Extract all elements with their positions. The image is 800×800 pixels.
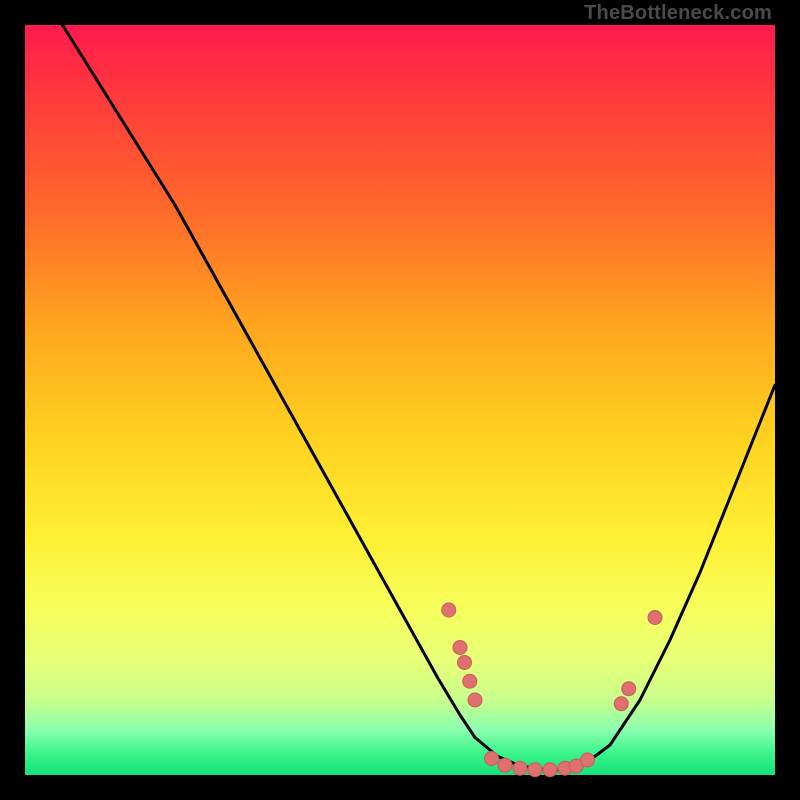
data-marker	[614, 697, 628, 711]
data-markers	[442, 603, 662, 777]
curve-layer	[25, 25, 775, 775]
data-marker	[543, 763, 557, 777]
data-marker	[581, 753, 595, 767]
chart-frame: TheBottleneck.com	[0, 0, 800, 800]
data-marker	[468, 693, 482, 707]
data-marker	[485, 752, 499, 766]
data-marker	[498, 758, 512, 772]
data-marker	[622, 682, 636, 696]
plot-area	[25, 25, 775, 775]
data-marker	[648, 611, 662, 625]
watermark-text: TheBottleneck.com	[584, 2, 772, 25]
data-marker	[528, 763, 542, 777]
bottleneck-curve	[25, 0, 775, 771]
data-marker	[458, 656, 472, 670]
data-marker	[453, 641, 467, 655]
data-marker	[513, 761, 527, 775]
data-marker	[442, 603, 456, 617]
data-marker	[463, 674, 477, 688]
